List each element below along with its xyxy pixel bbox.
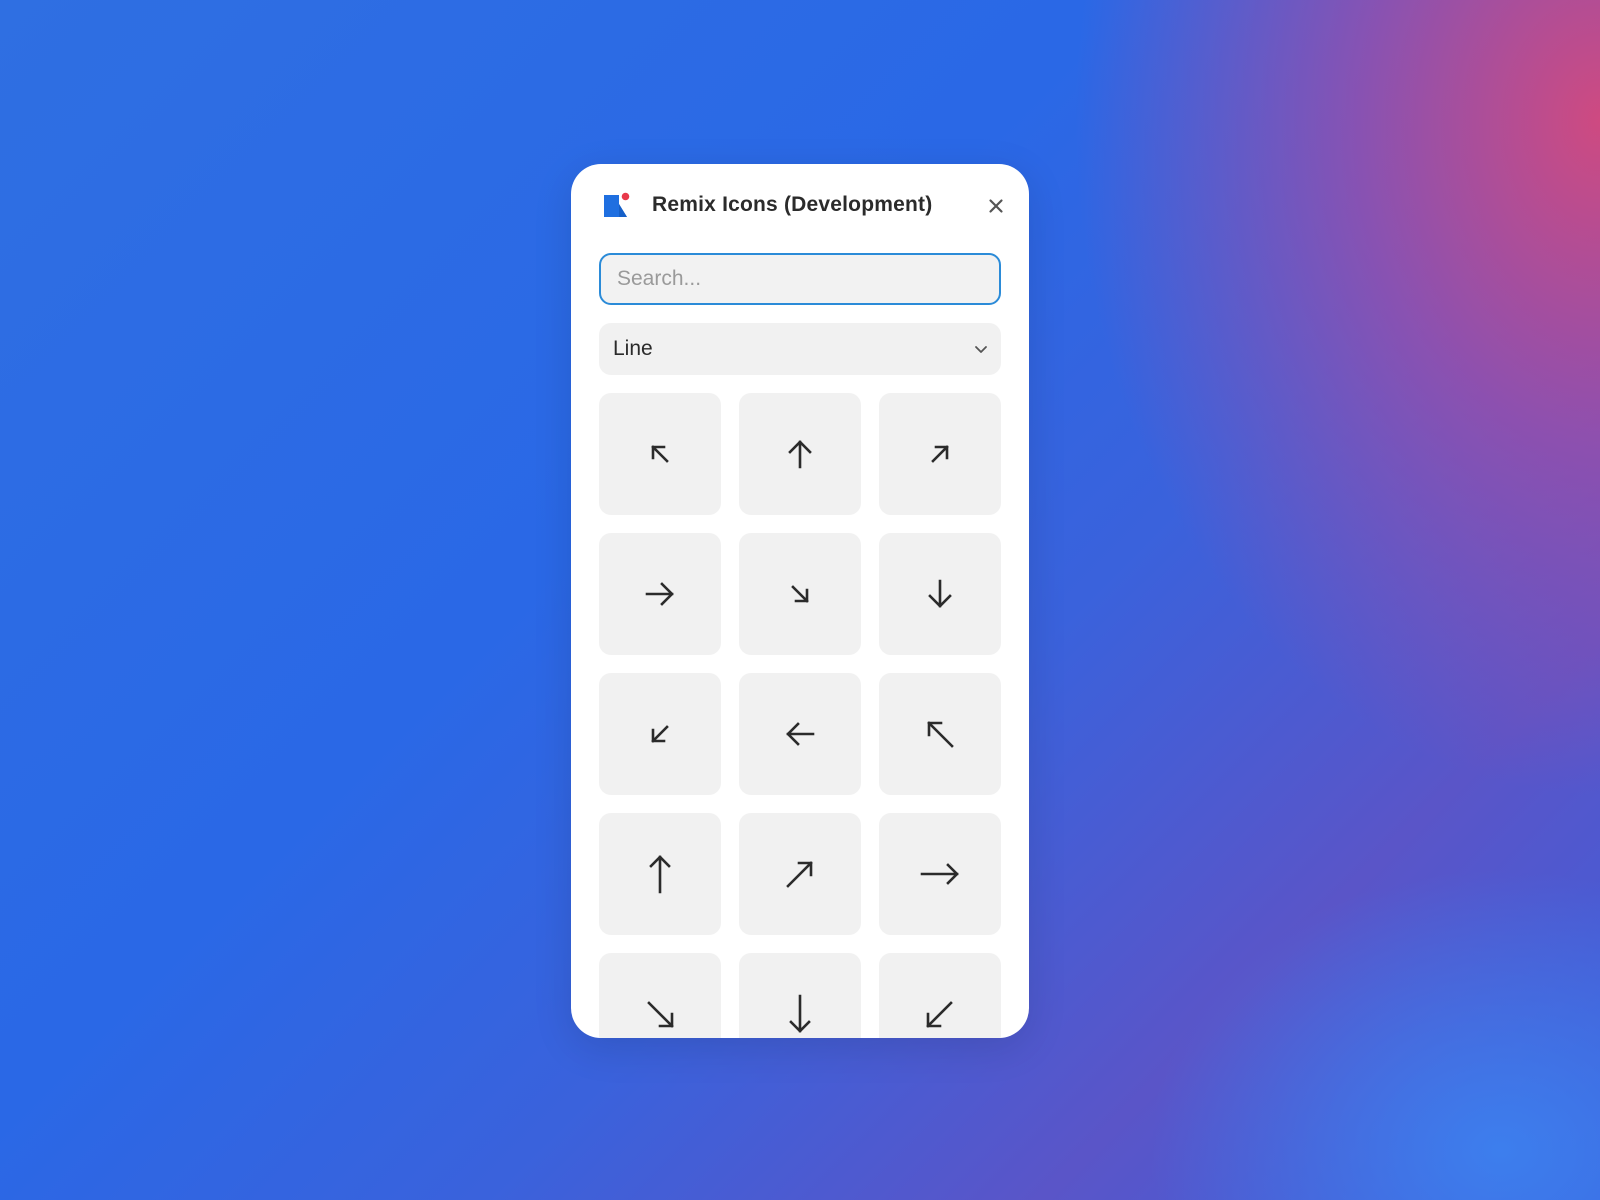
icon-tile[interactable] — [739, 953, 861, 1038]
search-input[interactable] — [601, 255, 999, 303]
arrow-left-up-icon — [651, 445, 669, 463]
remix-logo-icon — [601, 190, 633, 222]
arrow-down-icon — [928, 579, 952, 608]
arrow-up-icon — [788, 440, 812, 469]
icon-tile[interactable] — [599, 533, 721, 655]
style-select[interactable]: Line — [599, 323, 1001, 375]
icon-tile[interactable] — [599, 673, 721, 795]
plugin-header: Remix Icons (Development) — [571, 164, 1029, 254]
arrow-up-long-icon — [649, 855, 671, 894]
arrow-left-down-icon — [651, 725, 669, 743]
icon-tile[interactable] — [739, 393, 861, 515]
icon-tile[interactable] — [599, 813, 721, 935]
icon-tile[interactable] — [879, 673, 1001, 795]
icon-tile[interactable] — [879, 953, 1001, 1038]
plugin-title: Remix Icons (Development) — [652, 193, 933, 216]
arrow-left-icon — [786, 722, 815, 746]
arrow-left-down-long-icon — [926, 1001, 953, 1028]
icon-tile[interactable] — [599, 953, 721, 1038]
icon-tile[interactable] — [599, 393, 721, 515]
arrow-down-long-icon — [789, 994, 811, 1033]
arrow-left-up-long-icon — [927, 721, 954, 748]
chevron-down-icon — [975, 346, 987, 353]
style-select-value: Line — [613, 337, 653, 360]
icon-tile[interactable] — [739, 813, 861, 935]
icon-grid — [599, 393, 1001, 1038]
arrow-right-down-long-icon — [647, 1001, 674, 1028]
close-icon — [989, 199, 1003, 213]
arrow-right-long-icon — [920, 863, 959, 885]
arrow-right-up-long-icon — [786, 861, 813, 888]
icon-tile[interactable] — [879, 393, 1001, 515]
icon-tile[interactable] — [879, 813, 1001, 935]
icon-tile[interactable] — [879, 533, 1001, 655]
close-button[interactable] — [985, 195, 1007, 217]
icon-tile[interactable] — [739, 533, 861, 655]
search-field — [599, 253, 1001, 305]
arrow-right-up-icon — [931, 445, 949, 463]
plugin-window: Remix Icons (Development) Line — [571, 164, 1029, 1038]
icon-tile[interactable] — [739, 673, 861, 795]
arrow-right-down-icon — [791, 585, 809, 603]
arrow-right-icon — [645, 582, 674, 606]
